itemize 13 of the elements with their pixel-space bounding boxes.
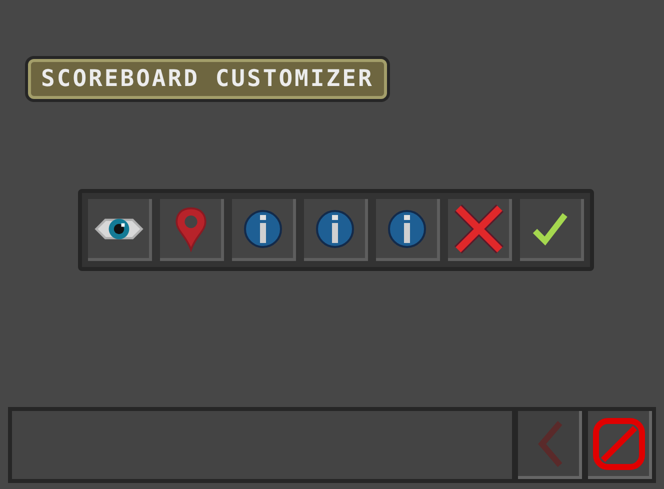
info-slot[interactable] [304,199,368,261]
cancel-icon [590,416,646,472]
info-icon [386,208,426,248]
check-slot[interactable] [520,199,584,261]
info-slot[interactable] [232,199,296,261]
close-icon [452,202,504,254]
info-icon [242,208,282,248]
map-pin-icon [172,206,208,252]
eye-slot[interactable] [88,199,152,261]
info-icon [314,208,354,248]
window-title: SCOREBOARD CUSTOMIZER [28,59,387,99]
info-slot[interactable] [376,199,440,261]
cross-slot[interactable] [448,199,512,261]
